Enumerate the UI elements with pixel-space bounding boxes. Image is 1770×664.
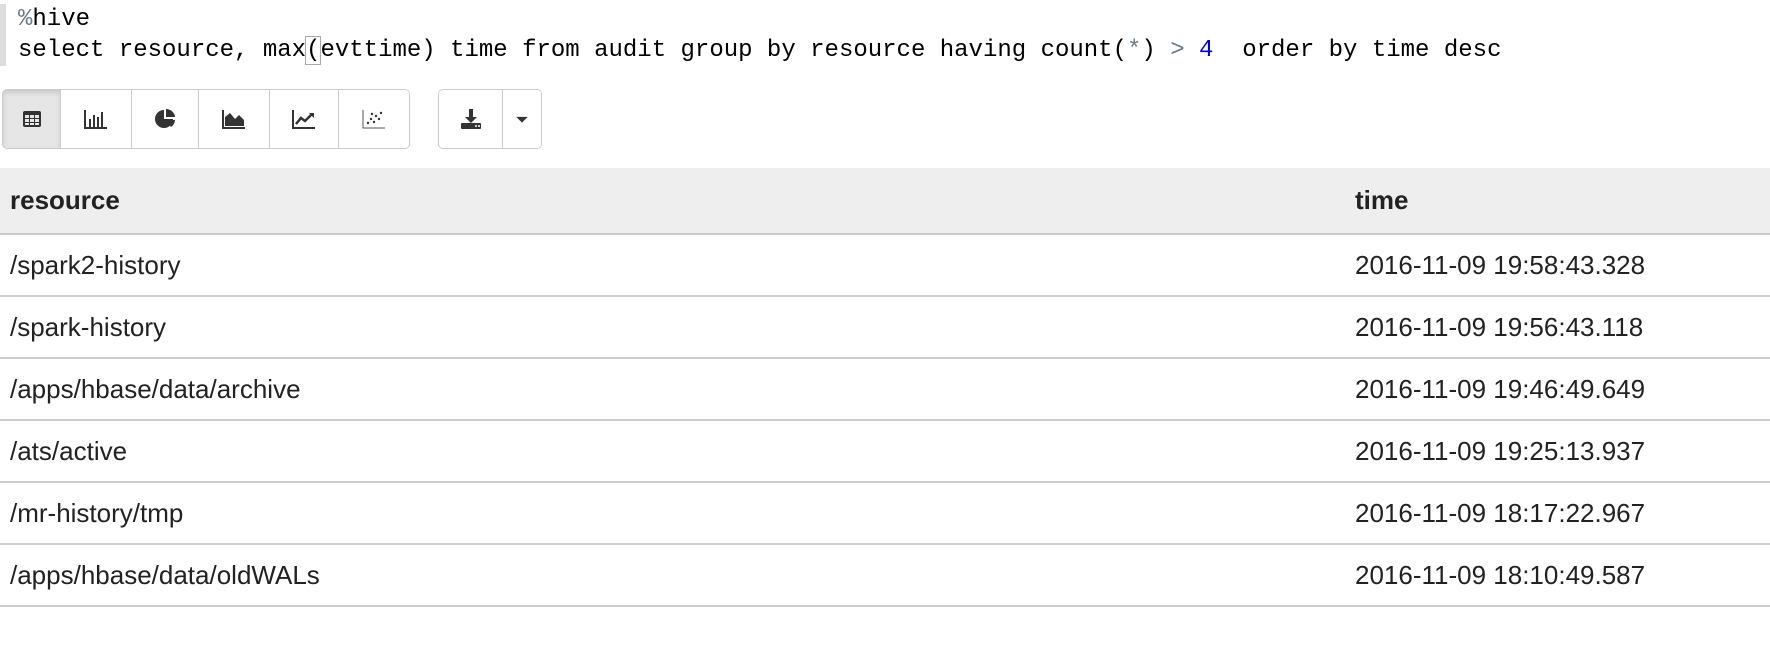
cell-time: 2016-11-09 18:17:22.967 [1345,482,1770,545]
cell-resource: /mr-history/tmp [0,482,1345,545]
results-table: resource time /spark2-history 2016-11-09 … [0,168,1770,607]
caret-down-icon [516,116,528,123]
scatter-chart-icon [362,110,385,129]
download-icon [460,109,481,129]
scatter-chart-button[interactable] [339,90,409,148]
table-header-row: resource time [0,168,1770,235]
query-text: select resource, max(evttime) time from … [18,36,1502,65]
area-chart-icon [222,110,245,129]
download-group [438,89,542,149]
column-header-resource[interactable]: resource [0,168,1345,235]
cell-resource: /apps/hbase/data/oldWALs [0,544,1345,607]
table-row: /apps/hbase/data/archive 2016-11-09 19:46… [0,358,1770,421]
area-chart-button[interactable] [199,90,270,148]
cell-time: 2016-11-09 19:56:43.118 [1345,296,1770,359]
bar-chart-button[interactable] [61,90,132,148]
cell-time: 2016-11-09 19:58:43.328 [1345,234,1770,297]
line-chart-button[interactable] [270,90,339,148]
bar-chart-icon [84,110,107,129]
table-row: /mr-history/tmp 2016-11-09 18:17:22.967 [0,482,1770,545]
table-row: /spark-history 2016-11-09 19:56:43.118 [0,296,1770,359]
cell-time: 2016-11-09 19:46:49.649 [1345,358,1770,421]
cell-resource: /apps/hbase/data/archive [0,358,1345,421]
cell-time: 2016-11-09 18:10:49.587 [1345,544,1770,607]
chart-type-group [2,89,410,149]
cell-resource: /spark-history [0,296,1345,359]
column-header-time[interactable]: time [1345,168,1770,235]
cell-time: 2016-11-09 19:25:13.937 [1345,420,1770,483]
download-button[interactable] [439,90,503,148]
cell-resource: /ats/active [0,420,1345,483]
table-row: /apps/hbase/data/oldWALs 2016-11-09 18:10… [0,544,1770,607]
table-row: /spark2-history 2016-11-09 19:58:43.328 [0,234,1770,297]
pie-chart-button[interactable] [132,90,199,148]
download-options-dropdown[interactable] [503,90,541,148]
visualization-toolbar [2,89,542,149]
interpreter-directive: %hive [18,6,91,33]
table-row: /ats/active 2016-11-09 19:25:13.937 [0,420,1770,483]
cell-resource: /spark2-history [0,234,1345,297]
line-chart-icon [292,110,315,129]
code-editor[interactable]: %hive select resource, max(evttime) time… [0,4,1770,66]
table-icon [22,111,41,127]
pie-chart-icon [155,108,175,128]
table-view-button[interactable] [3,90,61,148]
